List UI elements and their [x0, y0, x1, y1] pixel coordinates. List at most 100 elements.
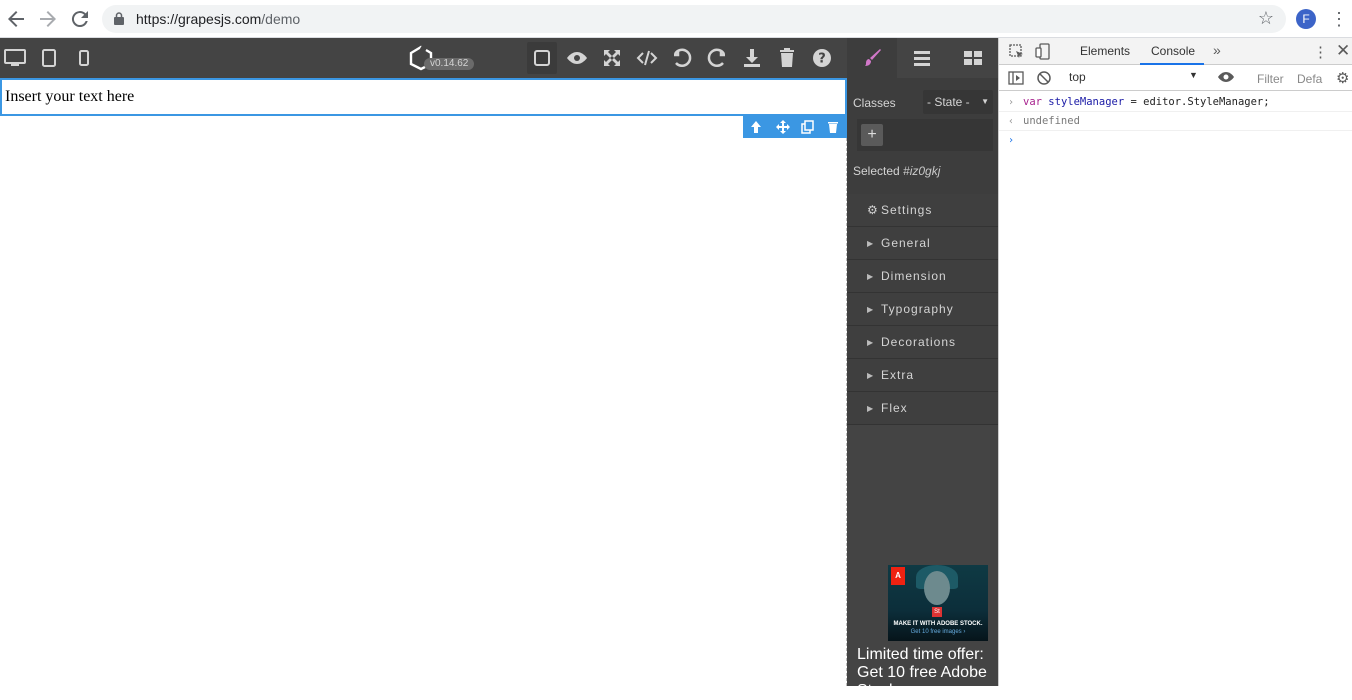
browser-toolbar: https://grapesjs.com/demo ☆ F ⋮: [0, 0, 1352, 38]
square-icon: [534, 50, 550, 66]
state-select-label: - State -: [927, 95, 970, 109]
editor-canvas[interactable]: Insert your text here: [0, 78, 847, 686]
console-keyword: var: [1023, 96, 1042, 108]
preview-eye-icon[interactable]: [565, 46, 589, 70]
sector-label: Extra: [881, 368, 915, 382]
selected-prefix: Selected: [853, 164, 900, 178]
sector-general[interactable]: ▶ General: [847, 227, 998, 260]
style-manager-tab[interactable]: [847, 38, 897, 78]
component-toolbar: [743, 116, 847, 138]
paint-brush-icon: [865, 49, 881, 66]
help-icon[interactable]: ?: [810, 46, 834, 70]
blocks-tab[interactable]: [948, 38, 998, 78]
sector-extra[interactable]: ▶ Extra: [847, 359, 998, 392]
trash-icon[interactable]: [775, 46, 799, 70]
devtools-panel: Elements Console » ⋮ ✕ top ▼ Filter Defa…: [998, 38, 1352, 686]
selected-component-label: Selected #iz0gkj: [853, 164, 940, 178]
console-output: undefined: [1023, 115, 1080, 127]
prompt-chevron-icon: ›: [1008, 135, 1015, 146]
reload-button[interactable]: [68, 7, 92, 31]
caret-right-icon: ▶: [867, 272, 875, 281]
gear-icon[interactable]: ⚙: [1336, 69, 1349, 87]
arrow-left-icon: [8, 11, 24, 27]
devtools-tabbar: Elements Console » ⋮ ✕: [999, 38, 1352, 65]
sector-flex[interactable]: ▶ Flex: [847, 392, 998, 425]
device-desktop-icon[interactable]: [3, 46, 27, 70]
adobe-logo-icon: A: [891, 567, 905, 585]
sector-label: Decorations: [881, 335, 957, 349]
undo-icon[interactable]: [670, 46, 694, 70]
selected-text-component[interactable]: Insert your text here: [0, 78, 847, 116]
state-select[interactable]: - State - ▼: [923, 90, 993, 114]
url-path: /demo: [261, 11, 301, 27]
context-select[interactable]: top ▼: [1069, 70, 1198, 84]
code-view-icon[interactable]: [635, 46, 659, 70]
back-button[interactable]: [4, 7, 28, 31]
sector-label: Settings: [881, 203, 933, 217]
move-icon[interactable]: [775, 119, 791, 135]
ad-cta-line1: MAKE IT WITH ADOBE STOCK.: [893, 621, 983, 627]
ad-image[interactable]: A St MAKE IT WITH ADOBE STOCK. Get 10 fr…: [888, 565, 988, 641]
close-icon[interactable]: ✕: [1336, 41, 1350, 61]
editor-topbar: v0.14.62 ?: [0, 38, 998, 78]
sector-settings[interactable]: ⚙ Settings: [847, 194, 998, 227]
chevron-right-icon: ›: [1008, 97, 1015, 108]
console-prompt[interactable]: ›: [999, 131, 1352, 150]
panel-tabs: [847, 38, 998, 78]
tab-elements[interactable]: Elements: [1080, 38, 1130, 65]
sector-dimension[interactable]: ▶ Dimension: [847, 260, 998, 293]
clone-icon[interactable]: [800, 119, 816, 135]
log-levels-select[interactable]: Defa: [1297, 72, 1322, 86]
forward-button[interactable]: [36, 7, 60, 31]
bookmark-star-icon[interactable]: ☆: [1258, 8, 1274, 29]
sector-label: Dimension: [881, 269, 947, 283]
live-expression-eye-icon[interactable]: [1217, 69, 1235, 90]
bars-icon: [914, 51, 930, 66]
clear-console-icon[interactable]: [1036, 70, 1052, 91]
device-tablet-icon[interactable]: [37, 46, 61, 70]
device-mobile-icon[interactable]: [72, 46, 96, 70]
layer-manager-tab[interactable]: [897, 38, 947, 78]
gear-icon: ⚙: [867, 203, 879, 217]
fullscreen-icon[interactable]: [600, 46, 624, 70]
console-input-line: › var styleManager = editor.StyleManager…: [999, 93, 1352, 112]
adobe-stock-badge: St: [932, 607, 942, 617]
lock-icon: [114, 12, 124, 25]
profile-avatar[interactable]: F: [1296, 9, 1316, 29]
console-output-line: ‹ undefined: [999, 112, 1352, 131]
download-icon[interactable]: [740, 46, 764, 70]
chevron-down-icon: ▼: [1189, 70, 1198, 80]
chrome-menu-icon[interactable]: ⋮: [1330, 8, 1348, 30]
caret-right-icon: ▶: [867, 338, 875, 347]
console-toolbar: top ▼ Filter Defa ⚙: [999, 65, 1352, 91]
console-expression: = editor.StyleManager;: [1124, 96, 1270, 108]
sector-typography[interactable]: ▶ Typography: [847, 293, 998, 326]
sector-decorations[interactable]: ▶ Decorations: [847, 326, 998, 359]
ad-face-shape: [924, 571, 950, 605]
select-parent-icon[interactable]: [748, 119, 764, 135]
carbon-ad[interactable]: A St MAKE IT WITH ADOBE STOCK. Get 10 fr…: [847, 546, 998, 699]
classes-label: Classes: [853, 96, 896, 110]
devtools-menu-icon[interactable]: ⋮: [1313, 43, 1328, 61]
redo-icon[interactable]: [705, 46, 729, 70]
console-filter-input[interactable]: Filter: [1257, 72, 1284, 86]
ad-cta-line2: Get 10 free images ›: [910, 629, 966, 635]
caret-right-icon: ▶: [867, 404, 875, 413]
caret-right-icon: ▶: [867, 371, 875, 380]
reload-icon: [71, 11, 88, 28]
console-variable: styleManager: [1048, 96, 1125, 108]
add-class-button[interactable]: +: [861, 124, 883, 146]
tab-console[interactable]: Console: [1140, 38, 1204, 65]
ad-text[interactable]: Limited time offer: Get 10 free Adobe St…: [857, 646, 992, 700]
sector-label: General: [881, 236, 931, 250]
address-bar[interactable]: https://grapesjs.com/demo ☆: [102, 5, 1286, 33]
inspect-element-icon[interactable]: [1009, 44, 1025, 65]
chevron-down-icon: ▼: [981, 97, 989, 106]
more-tabs-icon[interactable]: »: [1213, 42, 1221, 58]
selected-id: #iz0gkj: [903, 164, 941, 178]
delete-icon[interactable]: [825, 119, 841, 135]
sidebar-toggle-icon[interactable]: [1008, 70, 1024, 91]
caret-right-icon: ▶: [867, 305, 875, 314]
component-outline-button[interactable]: [527, 42, 557, 74]
device-toolbar-icon[interactable]: [1035, 43, 1051, 65]
